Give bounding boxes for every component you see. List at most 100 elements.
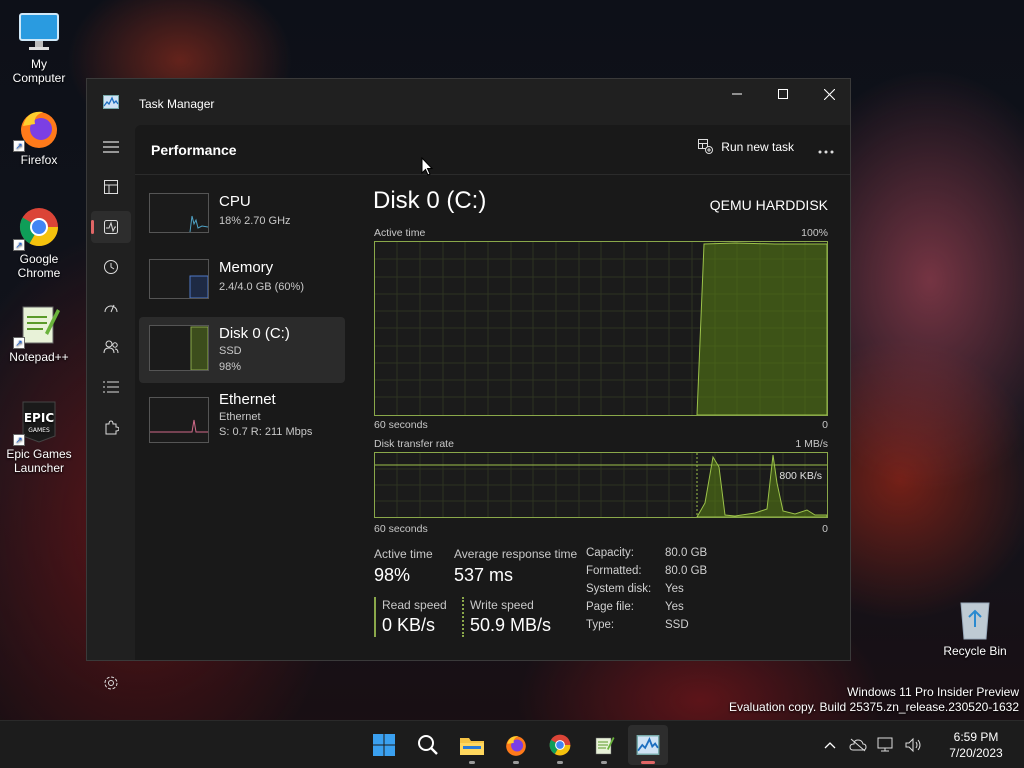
transfer-graph-max: 1 MB/s [795,438,828,450]
nav-app-history[interactable] [91,251,131,283]
shortcut-arrow-icon: ↗ [13,140,25,152]
run-new-task-label: Run new task [721,139,794,154]
prop-key: Capacity: [586,547,634,559]
network-monitor-icon [877,737,893,752]
disk-mini-graph [149,325,209,371]
services-puzzle-icon [105,420,119,435]
minimize-button[interactable] [714,79,760,109]
processes-icon [104,180,118,194]
nav-users[interactable] [91,331,131,363]
desktop-icon-label: Recycle Bin [943,644,1007,658]
resource-item-memory[interactable]: Memory 2.4/4.0 GB (60%) [139,251,345,311]
chevron-up-icon [824,742,836,749]
nav-settings[interactable] [91,667,131,699]
users-icon [103,340,119,354]
running-indicator [601,761,607,764]
running-indicator [641,761,655,764]
history-icon [104,260,118,274]
resource-name: Ethernet [219,391,276,408]
details-list-icon [103,381,119,393]
prop-key: Page file: [586,601,634,613]
taskbar-chrome[interactable] [540,725,580,765]
prop-key: Type: [586,619,615,631]
resource-item-disk[interactable]: Disk 0 (C:) SSD 98% [139,317,345,383]
avg-response-label: Average response time [454,547,578,561]
more-options-button[interactable] [818,141,834,159]
nav-services[interactable] [91,411,131,443]
watermark-line-1: Windows 11 Pro Insider Preview [847,685,1019,699]
desktop-icon-recycle-bin[interactable]: Recycle Bin [939,597,1011,658]
desktop-icon-my-computer[interactable]: My Computer [3,10,75,85]
taskbar-clock[interactable]: 6:59 PM 7/20/2023 [928,729,1024,761]
taskbar-file-explorer[interactable] [452,725,492,765]
search-icon [418,735,438,755]
active-time-x-left: 60 seconds [374,419,428,431]
chrome-icon: ↗ [13,205,61,251]
nav-rail [87,125,135,690]
nav-details[interactable] [91,371,131,403]
resource-item-cpu[interactable]: CPU 18% 2.70 GHz [139,185,345,245]
content-pane: Performance Run new task CPU 18% 2.70 GH… [135,125,850,660]
resource-item-ethernet[interactable]: Ethernet Ethernet S: 0.7 R: 211 Mbps [139,389,345,449]
resource-sub: 2.4/4.0 GB (60%) [219,281,304,293]
resource-sub-2: 98% [219,361,242,373]
active-time-x-right: 0 [822,419,828,431]
shortcut-arrow-icon: ↗ [13,337,25,349]
resource-name: Disk 0 (C:) [219,325,290,342]
prop-key: Formatted: [586,565,642,577]
ethernet-mini-graph [149,397,209,443]
title-bar[interactable]: Task Manager [87,79,850,125]
start-button[interactable] [364,725,404,765]
network-tray-button[interactable] [872,737,900,753]
transfer-x-right: 0 [822,523,828,535]
onedrive-tray-button[interactable] [844,738,872,752]
maximize-button[interactable] [760,79,806,109]
firefox-icon: ↗ [13,106,61,152]
clock-time: 6:59 PM [953,730,999,744]
write-speed-value: 50.9 MB/s [470,615,552,635]
desktop-icon-label: Epic Games Launcher [6,447,72,475]
close-button[interactable] [806,79,852,109]
hamburger-menu-button[interactable] [91,131,131,163]
resource-sub: SSD [219,345,242,357]
active-time-graph [374,241,828,416]
taskbar-task-manager[interactable] [628,725,668,765]
desktop-icon-chrome[interactable]: ↗ Google Chrome [3,205,75,280]
taskbar-firefox[interactable] [496,725,536,765]
page-title: Performance [151,142,237,158]
desktop-icon-label: Firefox [20,153,58,167]
svg-text:EPIC: EPIC [24,411,54,425]
content-header: Performance Run new task [135,125,850,175]
desktop-icon-label: Notepad++ [9,350,69,364]
volume-tray-button[interactable] [900,737,928,753]
desktop-icon-firefox[interactable]: ↗ Firefox [3,106,75,167]
desktop-icon-notepadpp[interactable]: ↗ Notepad++ [3,303,75,364]
taskbar-notepadpp[interactable] [584,725,624,765]
notepadpp-icon: ↗ [13,303,61,349]
more-dots-icon [818,150,834,154]
show-hidden-icons-button[interactable] [816,741,844,749]
taskbar-search-button[interactable] [408,725,448,765]
memory-mini-graph [149,259,209,299]
settings-gear-icon [104,676,118,690]
run-new-task-button[interactable]: Run new task [698,139,794,154]
resource-sub-2: S: 0.7 R: 211 Mbps [219,426,313,438]
nav-performance[interactable] [91,211,131,243]
nav-startup-apps[interactable] [91,291,131,323]
desktop-icon-epic-games[interactable]: EPIC GAMES ↗ Epic Games Launcher [3,400,75,475]
prop-value: Yes [665,601,684,613]
window-title: Task Manager [139,97,215,111]
watermark-line-2: Evaluation copy. Build 25375.zn_release.… [729,700,1019,714]
transfer-graph-label: Disk transfer rate [374,438,454,450]
mouse-cursor-icon [421,156,434,181]
start-icon [373,734,395,756]
prop-value: SSD [665,619,689,631]
system-tray: 6:59 PM 7/20/2023 [816,721,1024,768]
nav-processes[interactable] [91,171,131,203]
transfer-x-left: 60 seconds [374,523,428,535]
resource-name: Memory [219,259,274,276]
recycle-bin-icon [953,597,997,641]
active-time-value: 98% [374,565,411,585]
shortcut-arrow-icon: ↗ [13,434,25,446]
speaker-icon [905,737,921,753]
